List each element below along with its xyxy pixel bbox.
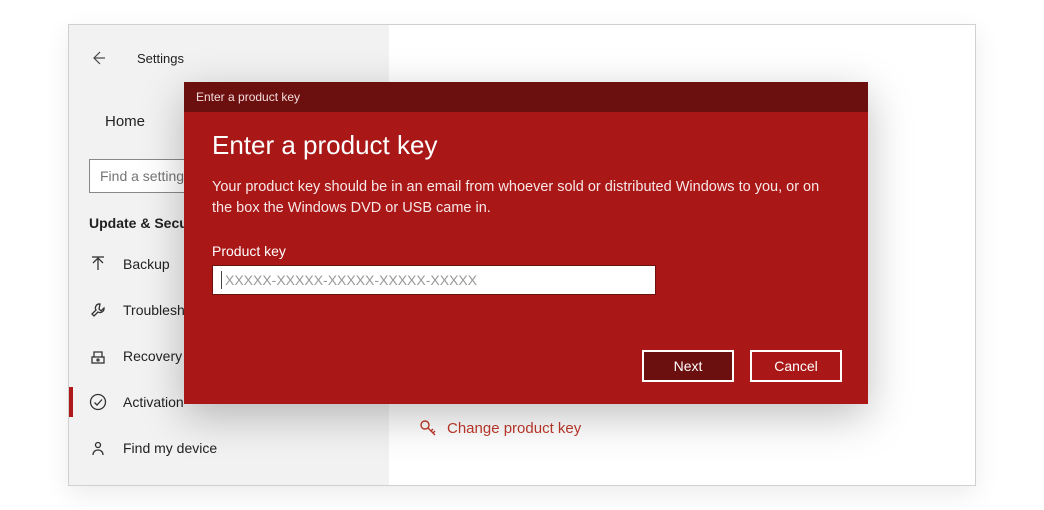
home-label: Home <box>105 113 145 130</box>
key-icon <box>417 417 439 439</box>
text-caret-icon <box>221 271 222 289</box>
app-title: Settings <box>137 51 184 66</box>
back-row: Settings <box>69 43 389 73</box>
sidebar-item-label: Backup <box>123 256 170 272</box>
product-key-dialog: Enter a product key Enter a product key … <box>184 82 868 404</box>
location-person-icon <box>89 439 107 457</box>
checkmark-circle-icon <box>89 393 107 411</box>
dialog-buttons: Next Cancel <box>642 350 842 382</box>
dialog-title: Enter a product key <box>196 90 300 104</box>
change-product-key-link[interactable]: Change product key <box>417 417 581 439</box>
dialog-titlebar: Enter a product key <box>184 82 868 112</box>
dialog-description: Your product key should be in an email f… <box>212 177 832 219</box>
next-button[interactable]: Next <box>642 350 734 382</box>
cancel-button[interactable]: Cancel <box>750 350 842 382</box>
sidebar-item-findmydevice[interactable]: Find my device <box>69 425 389 471</box>
sidebar-item-label: Recovery <box>123 348 182 364</box>
change-product-key-label: Change product key <box>447 420 581 437</box>
wrench-icon <box>89 301 107 319</box>
recovery-icon <box>89 347 107 365</box>
dialog-body: Enter a product key Your product key sho… <box>184 112 868 295</box>
dialog-heading: Enter a product key <box>212 130 840 161</box>
sidebar-item-label: Activation <box>123 394 184 410</box>
product-key-input[interactable] <box>225 272 647 288</box>
sidebar-item-label: Find my device <box>123 440 217 456</box>
back-arrow-icon[interactable] <box>89 49 107 67</box>
product-key-label: Product key <box>212 243 840 259</box>
product-key-input-wrap[interactable] <box>212 265 656 295</box>
upload-arrow-icon <box>89 255 107 273</box>
